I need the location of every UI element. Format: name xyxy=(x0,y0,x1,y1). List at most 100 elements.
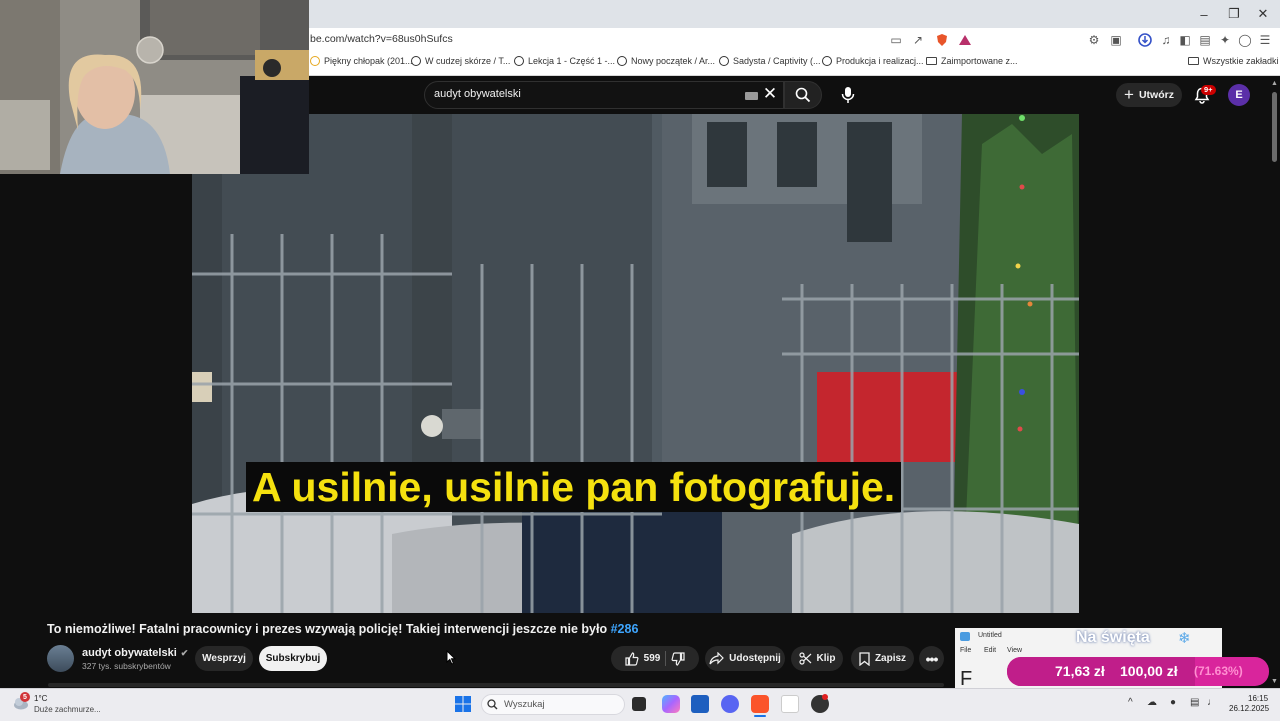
clear-search-icon[interactable]: ✕ xyxy=(762,85,778,103)
create-button[interactable]: + Utwórz xyxy=(1116,83,1182,107)
task-view-icon[interactable] xyxy=(632,697,646,711)
channel-name-text[interactable]: audyt obywatelski xyxy=(82,647,177,659)
scroll-up-icon[interactable]: ▲ xyxy=(1271,80,1278,87)
share-page-icon[interactable]: ↗ xyxy=(910,32,926,48)
like-button[interactable]: 599 xyxy=(625,651,660,666)
keyboard-icon[interactable] xyxy=(745,92,758,100)
video-title-text: To niemożliwe! Fatalni pracownicy i prez… xyxy=(47,622,608,636)
like-dislike-group: 599 xyxy=(611,646,699,671)
menu-icon[interactable]: ☰ xyxy=(1257,32,1273,48)
search-query: audyt obywatelski xyxy=(434,88,521,100)
network-icon[interactable]: ▤ xyxy=(1190,697,1199,708)
all-bookmarks-folder[interactable]: Wszystkie zakładki xyxy=(1188,56,1279,66)
video-title: To niemożliwe! Fatalni pracownicy i prez… xyxy=(47,622,638,636)
page-scrollbar[interactable] xyxy=(1270,88,1278,688)
bookmark-label: Piękny chłopak (201... xyxy=(324,56,413,66)
brave-shield-icon[interactable] xyxy=(934,32,950,48)
channel-avatar[interactable] xyxy=(47,645,74,672)
onedrive-icon[interactable]: ☁ xyxy=(1147,697,1157,708)
weather-badge: 5 xyxy=(20,692,30,702)
clock-date[interactable]: 26.12.2025 xyxy=(1229,704,1269,713)
discord-icon[interactable] xyxy=(721,695,739,713)
leo-ai-icon[interactable]: ✦ xyxy=(1217,32,1233,48)
voice-search-button[interactable] xyxy=(835,81,861,109)
plus-icon: + xyxy=(1124,85,1134,104)
microphone-tray-icon[interactable]: ● xyxy=(1170,697,1176,708)
webcam-image xyxy=(0,0,309,174)
dislike-button[interactable] xyxy=(671,651,685,666)
store-icon[interactable] xyxy=(691,695,709,713)
menu-view[interactable]: View xyxy=(1007,647,1022,654)
bookmark-item[interactable]: Piękny chłopak (201... xyxy=(310,56,413,66)
popup-title: Untitled xyxy=(978,632,1002,639)
windows-start-icon[interactable] xyxy=(455,696,471,712)
vpn-icon[interactable]: ◯ xyxy=(1237,32,1253,48)
search-button[interactable] xyxy=(784,81,822,109)
video-caption: A usilnie, usilnie pan fotografuje. xyxy=(246,462,902,512)
brave-rewards-icon[interactable] xyxy=(957,32,973,48)
goal-target-amount: 100,00 zł xyxy=(1120,663,1178,679)
wallet-icon[interactable]: ▤ xyxy=(1197,32,1213,48)
thumbs-up-icon xyxy=(625,651,639,666)
bookmark-icon xyxy=(859,651,870,666)
account-avatar[interactable]: E xyxy=(1228,84,1250,106)
bookmark-item[interactable]: Sadysta / Captivity (... xyxy=(719,56,821,66)
create-label: Utwórz xyxy=(1138,89,1174,101)
support-button[interactable]: Wesprzyj xyxy=(195,646,253,671)
bookmark-label: Lekcja 1 - Część 1 -... xyxy=(528,56,616,66)
brave-browser-icon[interactable] xyxy=(751,695,769,713)
channel-name[interactable]: audyt obywatelski ✔ xyxy=(82,647,188,659)
close-window-icon[interactable]: ✕ xyxy=(1246,0,1280,28)
tray-overflow-icon[interactable]: ^ xyxy=(1128,697,1133,708)
sidebar-icon[interactable]: ◧ xyxy=(1177,32,1193,48)
minimize-icon[interactable]: – xyxy=(1187,0,1221,28)
clip-label: Klip xyxy=(816,653,836,664)
goal-current-amount: 71,63 zł xyxy=(1055,663,1105,679)
bookmark-label: Sadysta / Captivity (... xyxy=(733,56,821,66)
volume-icon[interactable]: ♩ xyxy=(1207,697,1217,708)
share-button[interactable]: Udostępnij xyxy=(705,646,785,671)
divider xyxy=(665,651,667,666)
folder-icon xyxy=(926,57,937,65)
notification-count-badge: 9+ xyxy=(1201,85,1216,95)
download-icon[interactable] xyxy=(1137,32,1153,48)
clock-time[interactable]: 16:15 xyxy=(1248,694,1268,703)
bookmark-folder[interactable]: Zaimportowane z... xyxy=(926,56,1018,66)
weather-description[interactable]: Duże zachmurze... xyxy=(34,705,101,714)
subscriber-count: 327 tys. subskrybentów xyxy=(82,661,171,671)
bookmark-item[interactable]: Produkcja i realizacj... xyxy=(822,56,924,66)
clip-button[interactable]: Klip xyxy=(791,646,843,671)
bookmark-item[interactable]: Lekcja 1 - Część 1 -... xyxy=(514,56,615,66)
video-hashtag-link[interactable]: #286 xyxy=(611,622,639,636)
extensions-icon[interactable]: ⚙ xyxy=(1086,32,1102,48)
snowflake-icon: ❄ xyxy=(1178,630,1191,647)
scrollbar-thumb[interactable] xyxy=(1272,92,1277,162)
scissors-icon xyxy=(798,652,811,665)
weather-temperature[interactable]: 1°C xyxy=(34,694,47,703)
more-dots-icon: ••• xyxy=(925,650,939,667)
taskbar-search-input[interactable] xyxy=(481,694,625,715)
menu-edit[interactable]: Edit xyxy=(984,647,996,654)
bookmark-item[interactable]: Nowy początek / Ar... xyxy=(617,56,715,66)
video-player[interactable] xyxy=(192,114,1079,613)
save-button[interactable]: Zapisz xyxy=(851,646,914,671)
screenshot-icon[interactable]: ▣ xyxy=(1108,32,1124,48)
bookmark-item[interactable]: W cudzej skórze / T... xyxy=(411,56,510,66)
scroll-down-icon[interactable]: ▼ xyxy=(1271,678,1278,685)
notepad-taskbar-icon[interactable] xyxy=(781,695,799,713)
cast-icon[interactable]: ▭ xyxy=(888,32,904,48)
bookmark-label: Wszystkie zakładki xyxy=(1203,56,1279,66)
search-icon xyxy=(795,87,811,103)
bookmark-label: Nowy początek / Ar... xyxy=(631,56,716,66)
goal-percent: (71.63%) xyxy=(1194,664,1243,678)
more-actions-button[interactable]: ••• xyxy=(919,646,944,671)
menu-file[interactable]: File xyxy=(960,647,971,654)
copilot-icon[interactable] xyxy=(662,695,680,713)
share-icon xyxy=(709,652,725,665)
media-icon[interactable]: ♫ xyxy=(1158,32,1174,48)
notepad-app-icon xyxy=(960,632,970,641)
bookmark-label: Produkcja i realizacj... xyxy=(836,56,924,66)
url-field[interactable]: be.com/watch?v=68us0hSufcs xyxy=(310,33,453,45)
bookmark-label: Zaimportowane z... xyxy=(941,56,1018,66)
subscribe-button[interactable]: Subskrybuj xyxy=(259,646,327,671)
